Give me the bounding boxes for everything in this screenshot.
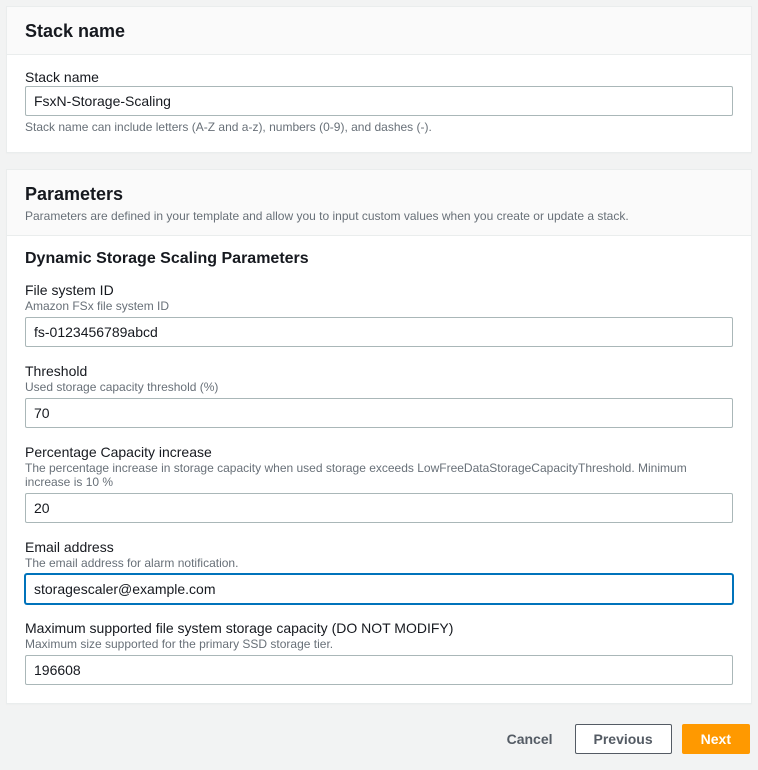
percentage-increase-label: Percentage Capacity increase: [25, 444, 733, 460]
next-button[interactable]: Next: [682, 724, 750, 754]
stack-name-label: Stack name: [25, 69, 733, 85]
email-desc: The email address for alarm notification…: [25, 556, 733, 570]
file-system-id-input[interactable]: [25, 317, 733, 347]
max-capacity-label: Maximum supported file system storage ca…: [25, 620, 733, 636]
parameters-panel: Parameters Parameters are defined in you…: [6, 169, 752, 704]
percentage-increase-field: Percentage Capacity increase The percent…: [25, 444, 733, 523]
parameters-heading: Parameters: [25, 184, 733, 205]
threshold-desc: Used storage capacity threshold (%): [25, 380, 733, 394]
footer-actions: Cancel Previous Next: [6, 720, 752, 764]
stack-name-heading: Stack name: [25, 21, 733, 42]
file-system-id-label: File system ID: [25, 282, 733, 298]
stack-name-hint: Stack name can include letters (A-Z and …: [25, 120, 733, 134]
previous-button[interactable]: Previous: [575, 724, 672, 754]
percentage-increase-input[interactable]: [25, 493, 733, 523]
cancel-button[interactable]: Cancel: [495, 725, 565, 753]
email-field: Email address The email address for alar…: [25, 539, 733, 604]
max-capacity-field: Maximum supported file system storage ca…: [25, 620, 733, 685]
parameters-body: Dynamic Storage Scaling Parameters File …: [7, 236, 751, 703]
email-input[interactable]: [25, 574, 733, 604]
parameters-description: Parameters are defined in your template …: [25, 209, 733, 223]
parameters-header: Parameters Parameters are defined in you…: [7, 170, 751, 236]
parameters-subsection-title: Dynamic Storage Scaling Parameters: [25, 250, 733, 268]
max-capacity-desc: Maximum size supported for the primary S…: [25, 637, 733, 651]
stack-name-header: Stack name: [7, 7, 751, 55]
stack-name-body: Stack name Stack name can include letter…: [7, 55, 751, 152]
stack-name-field: Stack name Stack name can include letter…: [25, 69, 733, 134]
threshold-input[interactable]: [25, 398, 733, 428]
threshold-field: Threshold Used storage capacity threshol…: [25, 363, 733, 428]
max-capacity-input[interactable]: [25, 655, 733, 685]
email-label: Email address: [25, 539, 733, 555]
file-system-id-field: File system ID Amazon FSx file system ID: [25, 282, 733, 347]
percentage-increase-desc: The percentage increase in storage capac…: [25, 461, 733, 489]
threshold-label: Threshold: [25, 363, 733, 379]
stack-name-input[interactable]: [25, 86, 733, 116]
stack-name-panel: Stack name Stack name Stack name can inc…: [6, 6, 752, 153]
file-system-id-desc: Amazon FSx file system ID: [25, 299, 733, 313]
